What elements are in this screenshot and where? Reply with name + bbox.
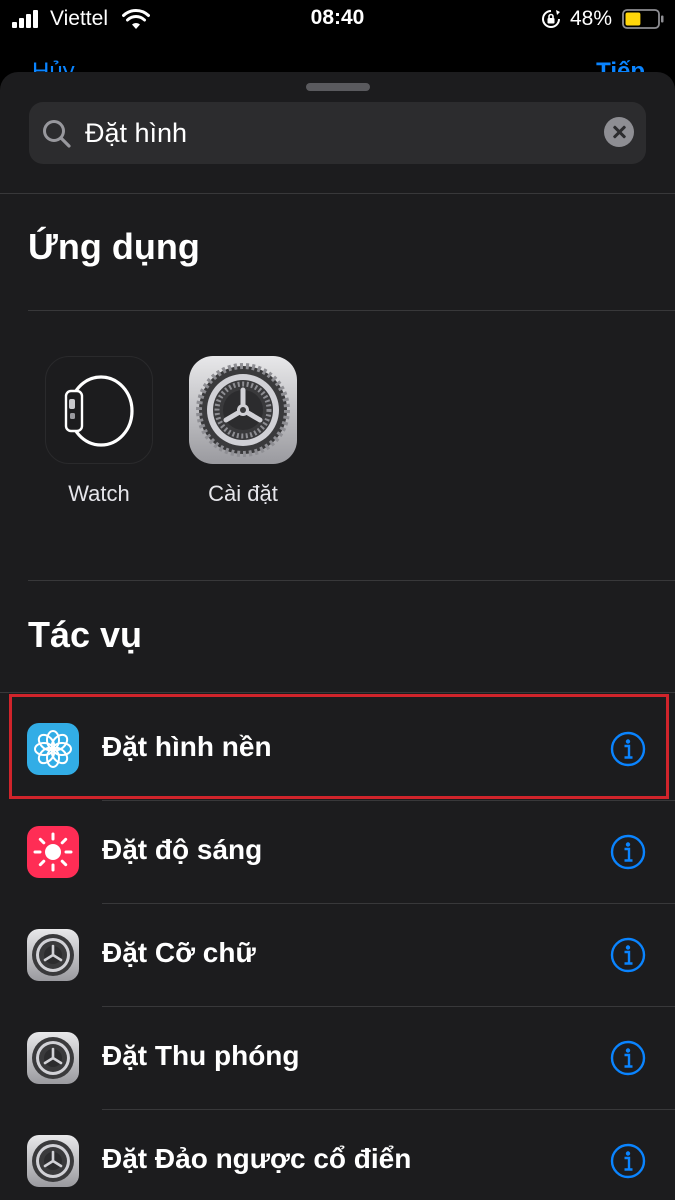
orientation-lock-icon: [542, 10, 560, 28]
search-input[interactable]: [85, 114, 585, 152]
search-bar[interactable]: [29, 102, 646, 164]
action-label: Đặt Đảo ngược cổ điển: [102, 1143, 412, 1174]
info-icon[interactable]: [610, 834, 646, 870]
actions-section-title: Tác vụ: [28, 614, 143, 655]
app-label: Cài đặt: [208, 481, 278, 506]
status-bar: Viettel 08:40 48%: [0, 0, 675, 40]
search-icon: [43, 120, 71, 148]
action-row-set-zoom[interactable]: Đặt Thu phóng: [0, 1007, 675, 1110]
highlight-box: [9, 694, 669, 799]
action-picker-sheet: Ứng dụng Watch: [0, 72, 675, 1200]
battery-icon: [622, 9, 664, 29]
action-label: Đặt Cỡ chữ: [102, 937, 256, 968]
divider: [28, 580, 675, 581]
divider: [28, 310, 675, 311]
apps-section-title: Ứng dụng: [28, 226, 200, 267]
info-icon[interactable]: [610, 937, 646, 973]
app-tile-settings[interactable]: Cài đặt: [189, 356, 297, 507]
app-tile-watch[interactable]: Watch: [45, 356, 153, 507]
settings-gear-icon: [27, 1135, 79, 1187]
settings-gear-icon: [189, 356, 297, 464]
app-label: Watch: [68, 481, 130, 506]
info-icon[interactable]: [610, 1040, 646, 1076]
divider: [0, 692, 675, 693]
brightness-icon: [27, 826, 79, 878]
settings-gear-icon: [27, 1032, 79, 1084]
battery-percentage: 48%: [570, 7, 613, 30]
settings-gear-icon: [27, 929, 79, 981]
action-row-set-classic-invert[interactable]: Đặt Đảo ngược cổ điển: [0, 1110, 675, 1200]
action-label: Đặt độ sáng: [102, 834, 263, 865]
action-row-set-brightness[interactable]: Đặt độ sáng: [0, 801, 675, 904]
action-label: Đặt Thu phóng: [102, 1040, 300, 1071]
watch-icon: [45, 356, 153, 464]
info-icon[interactable]: [610, 1143, 646, 1179]
sheet-grabber[interactable]: [306, 83, 370, 91]
action-row-set-text-size[interactable]: Đặt Cỡ chữ: [0, 904, 675, 1007]
clear-search-icon[interactable]: [604, 117, 634, 147]
divider: [0, 193, 675, 194]
